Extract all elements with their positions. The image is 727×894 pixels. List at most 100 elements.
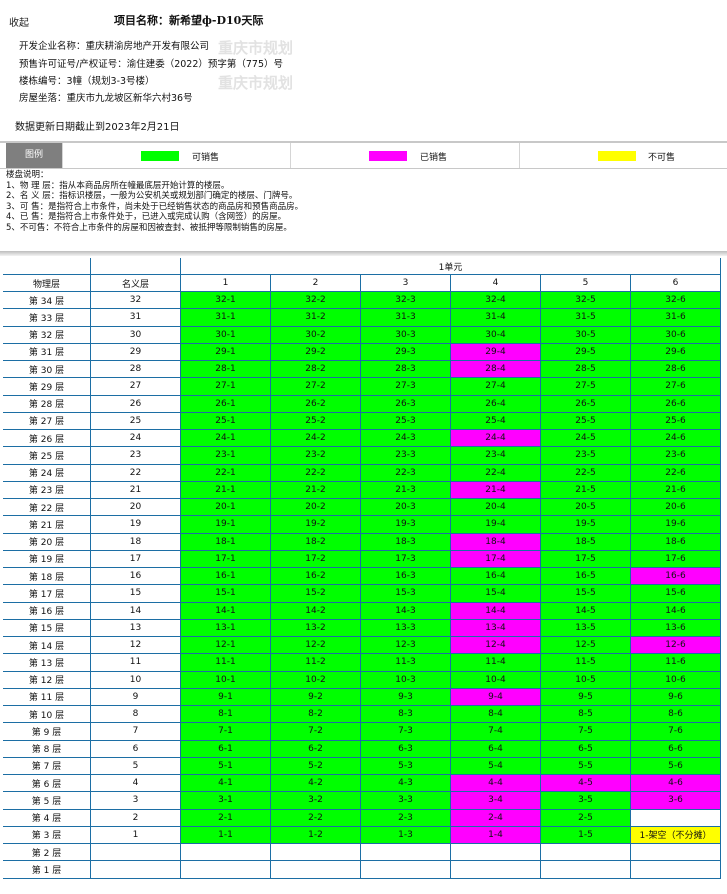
room-cell[interactable]: 18-3 bbox=[361, 533, 451, 551]
room-cell[interactable]: 18-5 bbox=[541, 533, 631, 551]
room-cell[interactable]: 23-4 bbox=[451, 447, 541, 465]
room-cell[interactable]: 7-5 bbox=[541, 723, 631, 741]
room-cell[interactable]: 21-4 bbox=[451, 481, 541, 499]
room-cell[interactable]: 32-6 bbox=[631, 292, 721, 310]
room-cell[interactable]: 19-6 bbox=[631, 516, 721, 534]
room-cell[interactable]: 6-1 bbox=[181, 740, 271, 758]
room-cell[interactable]: 29-4 bbox=[451, 343, 541, 361]
room-cell[interactable]: 25-3 bbox=[361, 412, 451, 430]
room-cell[interactable]: 6-5 bbox=[541, 740, 631, 758]
room-cell[interactable]: 18-6 bbox=[631, 533, 721, 551]
room-cell[interactable]: 1-1 bbox=[181, 826, 271, 844]
room-cell[interactable]: 2-3 bbox=[361, 809, 451, 827]
room-cell[interactable]: 31-3 bbox=[361, 309, 451, 327]
room-cell[interactable]: 3-2 bbox=[271, 792, 361, 810]
room-cell[interactable]: 27-2 bbox=[271, 378, 361, 396]
room-cell[interactable]: 5-4 bbox=[451, 757, 541, 775]
room-cell[interactable]: 23-6 bbox=[631, 447, 721, 465]
room-cell[interactable]: 1-4 bbox=[451, 826, 541, 844]
room-cell[interactable]: 32-1 bbox=[181, 292, 271, 310]
room-cell[interactable]: 23-5 bbox=[541, 447, 631, 465]
room-cell[interactable]: 24-3 bbox=[361, 430, 451, 448]
room-cell[interactable]: 20-2 bbox=[271, 499, 361, 517]
room-cell[interactable]: 25-6 bbox=[631, 412, 721, 430]
room-cell[interactable]: 13-3 bbox=[361, 619, 451, 637]
room-cell[interactable]: 17-1 bbox=[181, 550, 271, 568]
room-cell[interactable]: 29-5 bbox=[541, 343, 631, 361]
room-cell[interactable]: 28-5 bbox=[541, 361, 631, 379]
room-cell[interactable]: 29-6 bbox=[631, 343, 721, 361]
room-cell[interactable]: 7-6 bbox=[631, 723, 721, 741]
room-cell[interactable]: 31-6 bbox=[631, 309, 721, 327]
room-cell[interactable]: 19-5 bbox=[541, 516, 631, 534]
room-cell[interactable]: 26-6 bbox=[631, 395, 721, 413]
room-cell[interactable]: 26-5 bbox=[541, 395, 631, 413]
room-cell[interactable]: 13-6 bbox=[631, 619, 721, 637]
room-cell[interactable]: 24-5 bbox=[541, 430, 631, 448]
room-cell[interactable]: 9-5 bbox=[541, 688, 631, 706]
room-cell[interactable]: 16-3 bbox=[361, 568, 451, 586]
room-cell[interactable]: 18-1 bbox=[181, 533, 271, 551]
room-cell[interactable]: 3-3 bbox=[361, 792, 451, 810]
room-cell[interactable]: 26-1 bbox=[181, 395, 271, 413]
room-cell[interactable]: 2-1 bbox=[181, 809, 271, 827]
room-cell[interactable]: 20-5 bbox=[541, 499, 631, 517]
room-cell[interactable]: 24-6 bbox=[631, 430, 721, 448]
room-cell[interactable]: 8-4 bbox=[451, 706, 541, 724]
room-cell[interactable]: 9-2 bbox=[271, 688, 361, 706]
room-cell[interactable]: 22-1 bbox=[181, 464, 271, 482]
room-cell[interactable]: 21-2 bbox=[271, 481, 361, 499]
room-cell[interactable]: 32-3 bbox=[361, 292, 451, 310]
room-cell[interactable]: 4-6 bbox=[631, 775, 721, 793]
room-cell[interactable]: 27-1 bbox=[181, 378, 271, 396]
room-cell[interactable]: 18-2 bbox=[271, 533, 361, 551]
room-cell[interactable]: 13-4 bbox=[451, 619, 541, 637]
room-cell[interactable]: 11-6 bbox=[631, 654, 721, 672]
room-cell[interactable]: 22-3 bbox=[361, 464, 451, 482]
room-cell[interactable]: 20-6 bbox=[631, 499, 721, 517]
room-cell[interactable]: 5-1 bbox=[181, 757, 271, 775]
room-cell[interactable]: 1-3 bbox=[361, 826, 451, 844]
room-cell[interactable]: 28-4 bbox=[451, 361, 541, 379]
room-cell[interactable]: 30-2 bbox=[271, 326, 361, 344]
room-cell[interactable]: 30-4 bbox=[451, 326, 541, 344]
room-cell[interactable]: 16-2 bbox=[271, 568, 361, 586]
room-cell[interactable]: 26-4 bbox=[451, 395, 541, 413]
room-cell[interactable]: 28-2 bbox=[271, 361, 361, 379]
room-cell[interactable]: 6-3 bbox=[361, 740, 451, 758]
room-cell[interactable]: 16-1 bbox=[181, 568, 271, 586]
room-cell[interactable]: 25-5 bbox=[541, 412, 631, 430]
room-cell[interactable]: 3-1 bbox=[181, 792, 271, 810]
room-cell[interactable]: 9-6 bbox=[631, 688, 721, 706]
room-cell[interactable]: 23-3 bbox=[361, 447, 451, 465]
room-cell[interactable]: 6-4 bbox=[451, 740, 541, 758]
room-cell[interactable]: 25-1 bbox=[181, 412, 271, 430]
room-cell[interactable]: 15-6 bbox=[631, 585, 721, 603]
room-cell[interactable]: 24-1 bbox=[181, 430, 271, 448]
room-cell[interactable]: 13-5 bbox=[541, 619, 631, 637]
room-cell[interactable]: 12-4 bbox=[451, 637, 541, 655]
room-cell[interactable]: 22-6 bbox=[631, 464, 721, 482]
room-cell[interactable]: 31-1 bbox=[181, 309, 271, 327]
room-cell[interactable]: 10-6 bbox=[631, 671, 721, 689]
room-cell[interactable]: 30-6 bbox=[631, 326, 721, 344]
room-cell[interactable]: 14-2 bbox=[271, 602, 361, 620]
room-cell[interactable]: 11-4 bbox=[451, 654, 541, 672]
room-cell[interactable]: 15-1 bbox=[181, 585, 271, 603]
room-cell[interactable]: 30-3 bbox=[361, 326, 451, 344]
room-cell[interactable]: 21-3 bbox=[361, 481, 451, 499]
room-cell[interactable]: 30-5 bbox=[541, 326, 631, 344]
room-cell[interactable]: 4-3 bbox=[361, 775, 451, 793]
room-cell[interactable]: 3-5 bbox=[541, 792, 631, 810]
room-cell[interactable]: 19-4 bbox=[451, 516, 541, 534]
room-cell[interactable]: 19-2 bbox=[271, 516, 361, 534]
room-cell[interactable]: 17-5 bbox=[541, 550, 631, 568]
room-cell[interactable]: 12-2 bbox=[271, 637, 361, 655]
room-cell[interactable]: 32-2 bbox=[271, 292, 361, 310]
room-cell[interactable]: 4-4 bbox=[451, 775, 541, 793]
room-cell[interactable]: 16-6 bbox=[631, 568, 721, 586]
room-cell[interactable]: 31-2 bbox=[271, 309, 361, 327]
room-cell[interactable]: 10-5 bbox=[541, 671, 631, 689]
room-cell[interactable]: 1-2 bbox=[271, 826, 361, 844]
room-cell[interactable]: 7-1 bbox=[181, 723, 271, 741]
